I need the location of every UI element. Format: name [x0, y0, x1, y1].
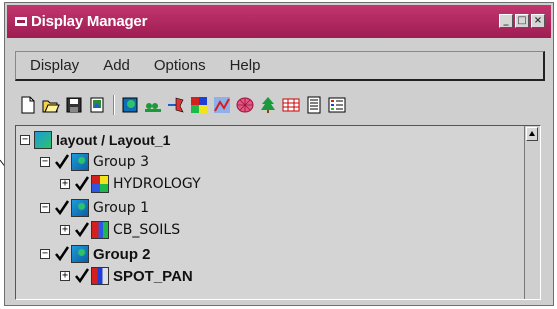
expand-toggle[interactable]: + — [60, 225, 70, 235]
tree-root-row[interactable]: − layout / Layout_1 — [20, 130, 170, 150]
window-menu-icon[interactable] — [15, 17, 27, 26]
visibility-check-icon[interactable] — [74, 222, 90, 238]
add-chart-icon[interactable] — [213, 96, 231, 114]
add-tree-icon[interactable] — [259, 96, 277, 114]
group-icon — [71, 199, 89, 217]
save-icon[interactable] — [65, 96, 83, 114]
layer-label: HYDROLOGY — [113, 176, 201, 192]
group-label: Group 2 — [93, 245, 151, 263]
group-icon — [71, 153, 89, 171]
collapse-toggle[interactable]: − — [40, 157, 50, 167]
collapse-toggle[interactable]: − — [40, 249, 50, 259]
tree-group-row[interactable]: − Group 2 — [40, 244, 151, 264]
tree-group-row[interactable]: − Group 3 — [40, 152, 149, 172]
menu-help[interactable]: Help — [220, 57, 271, 74]
group-label: Group 1 — [93, 200, 149, 216]
layer-label: CB_SOILS — [113, 222, 181, 238]
layout-icon — [34, 131, 52, 149]
legend-icon[interactable] — [328, 96, 346, 114]
visibility-check-icon[interactable] — [54, 154, 70, 170]
menu-options[interactable]: Options — [144, 57, 216, 74]
raster-layer-icon — [91, 221, 109, 239]
title-bar[interactable]: Display Manager _ □ × — [7, 5, 551, 38]
list-icon[interactable] — [305, 96, 323, 114]
tree-root-label: layout / Layout_1 — [56, 132, 171, 148]
menu-display[interactable]: Display — [20, 57, 89, 74]
add-table-icon[interactable] — [282, 96, 300, 114]
add-grid-icon[interactable] — [236, 96, 254, 114]
add-vector-icon[interactable] — [167, 96, 185, 114]
tree-layer-row[interactable]: + HYDROLOGY — [60, 174, 201, 194]
print-icon[interactable] — [88, 96, 106, 114]
raster-layer-icon — [91, 267, 109, 285]
add-layer-icon[interactable] — [144, 96, 162, 114]
tree-group-row[interactable]: − Group 1 — [40, 198, 149, 218]
vertical-scrollbar[interactable] — [524, 126, 540, 299]
raster-layer-icon — [91, 175, 109, 193]
collapse-toggle[interactable]: − — [20, 135, 30, 145]
tree-layer-row[interactable]: + SPOT_PAN — [60, 266, 193, 286]
visibility-check-icon[interactable] — [74, 268, 90, 284]
toolbar — [19, 93, 539, 117]
toolbar-separator — [113, 95, 115, 115]
visibility-check-icon[interactable] — [54, 246, 70, 262]
visibility-check-icon[interactable] — [54, 200, 70, 216]
expand-toggle[interactable]: + — [60, 179, 70, 189]
add-image-icon[interactable] — [121, 96, 139, 114]
tree-layer-row[interactable]: + CB_SOILS — [60, 220, 180, 240]
layer-label: SPOT_PAN — [113, 267, 193, 285]
window-title: Display Manager — [31, 13, 148, 30]
collapse-toggle[interactable]: − — [40, 203, 50, 213]
close-button[interactable]: × — [531, 14, 545, 28]
menu-add[interactable]: Add — [93, 57, 140, 74]
add-raster-icon[interactable] — [190, 96, 208, 114]
scroll-up-button[interactable] — [526, 127, 538, 141]
display-manager-window: Display Manager _ □ × Display Add Option… — [4, 2, 554, 306]
maximize-button[interactable]: □ — [515, 14, 529, 28]
menu-bar: Display Add Options Help — [15, 51, 545, 81]
expand-toggle[interactable]: + — [60, 271, 70, 281]
layer-tree[interactable]: − layout / Layout_1 − Group 3 + HYDROLOG… — [15, 125, 541, 300]
new-icon[interactable] — [19, 96, 37, 114]
visibility-check-icon[interactable] — [74, 176, 90, 192]
minimize-button[interactable]: _ — [499, 14, 513, 28]
group-icon — [71, 245, 89, 263]
open-icon[interactable] — [42, 96, 60, 114]
group-label: Group 3 — [93, 154, 149, 170]
